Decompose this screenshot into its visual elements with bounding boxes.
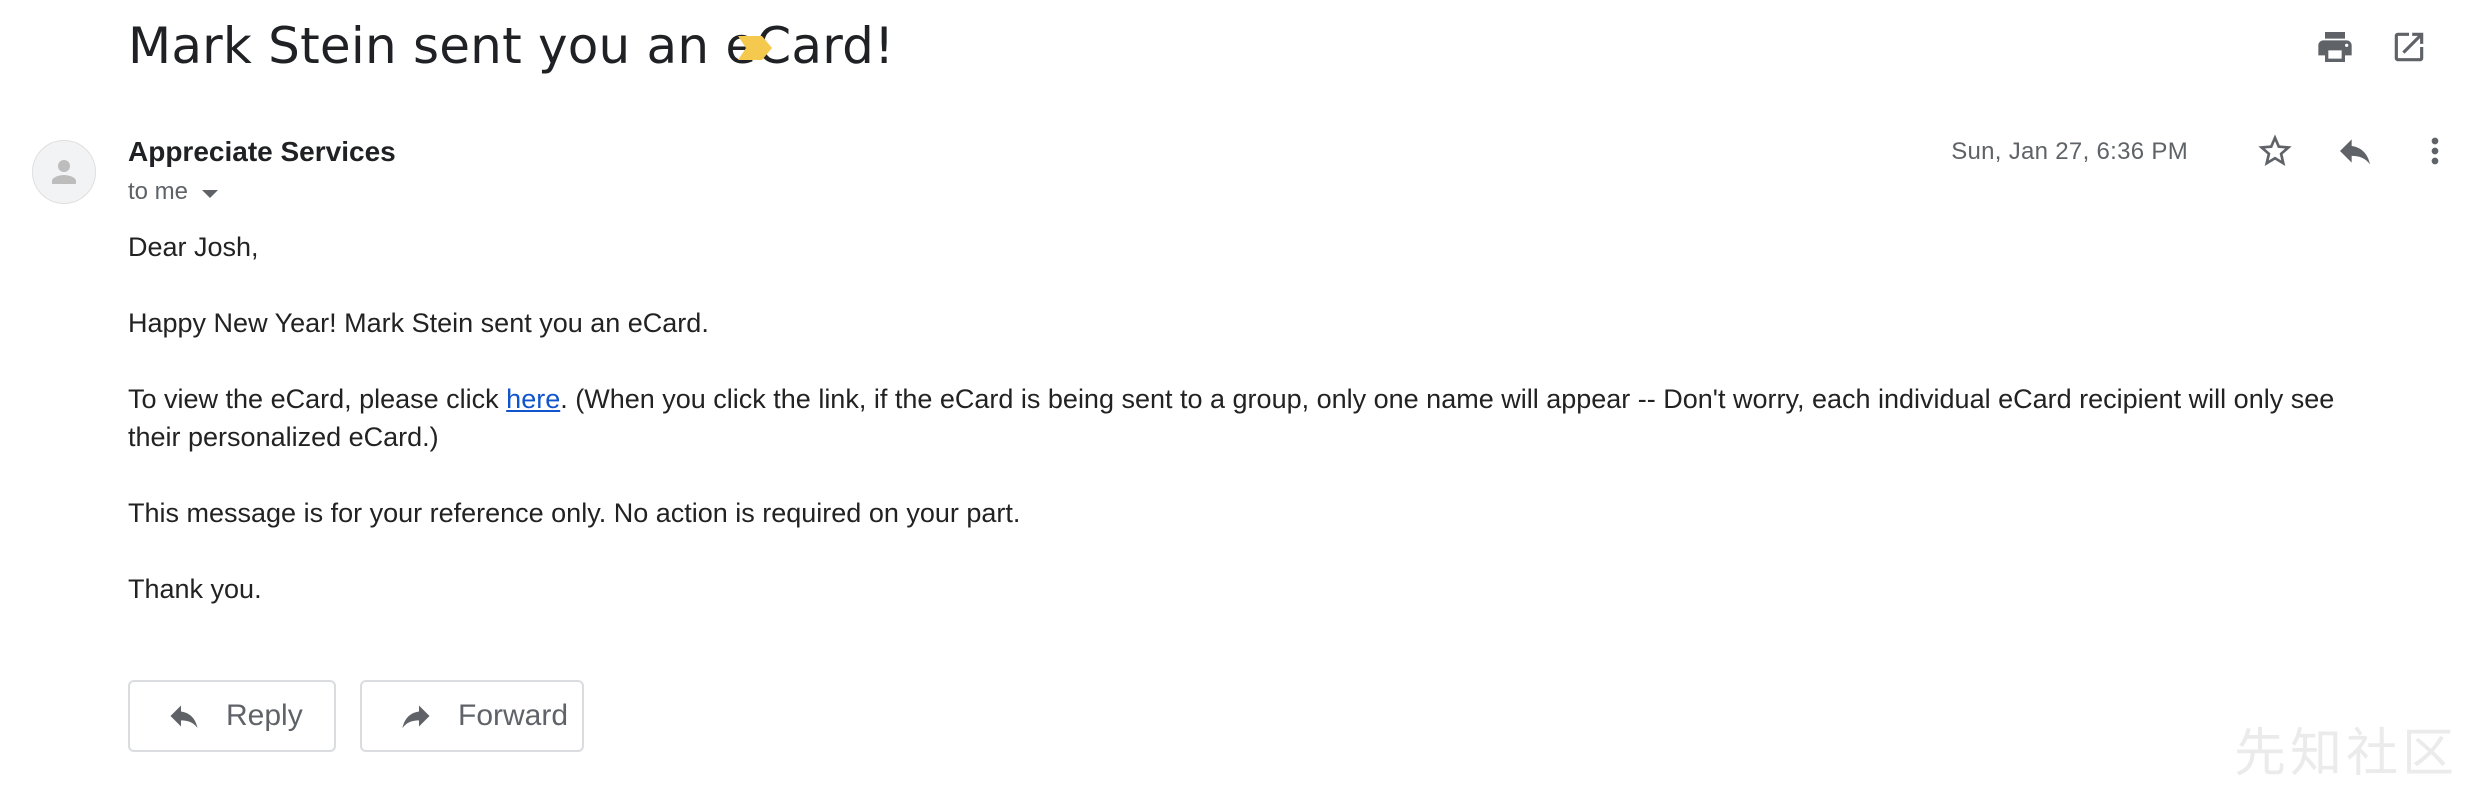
open-in-new-icon[interactable] <box>2386 24 2432 70</box>
ecard-link[interactable]: here <box>506 384 560 414</box>
forward-label: Forward <box>458 699 569 732</box>
thread-actions <box>2312 24 2432 70</box>
closing: Thank you. <box>128 574 262 604</box>
email-subject: Mark Stein sent you an eCard! <box>128 17 895 75</box>
reply-icon <box>170 705 198 728</box>
more-vert-icon[interactable] <box>2412 128 2458 174</box>
reply-button[interactable]: Reply <box>128 680 336 752</box>
sender-name[interactable]: Appreciate Services <box>128 136 396 168</box>
recipient-details[interactable]: to me <box>128 178 219 206</box>
print-icon[interactable] <box>2312 24 2358 70</box>
greeting: Dear Josh, <box>128 232 259 262</box>
body-line: This message is for your reference only.… <box>128 498 1021 528</box>
forward-icon <box>402 705 430 728</box>
body-line: Happy New Year! Mark Stein sent you an e… <box>128 308 709 338</box>
watermark: 先知社区 <box>2233 724 2458 784</box>
reply-icon[interactable] <box>2332 128 2378 174</box>
body-line-with-link: To view the eCard, please click here. (W… <box>128 380 2348 456</box>
avatar[interactable] <box>32 140 96 204</box>
important-marker-icon[interactable] <box>736 34 774 62</box>
body-text-segment: To view the eCard, please click <box>128 384 507 414</box>
message-actions <box>2252 128 2458 174</box>
message-date: Sun, Jan 27, 6:36 PM <box>1951 138 2188 165</box>
person-icon <box>52 160 76 184</box>
star-icon[interactable] <box>2252 128 2298 174</box>
message-body: Dear Josh, Happy New Year! Mark Stein se… <box>128 228 2348 646</box>
recipient-label: to me <box>128 178 189 205</box>
reply-label: Reply <box>226 699 303 732</box>
chevron-down-icon[interactable] <box>202 190 219 198</box>
forward-button[interactable]: Forward <box>360 680 584 752</box>
